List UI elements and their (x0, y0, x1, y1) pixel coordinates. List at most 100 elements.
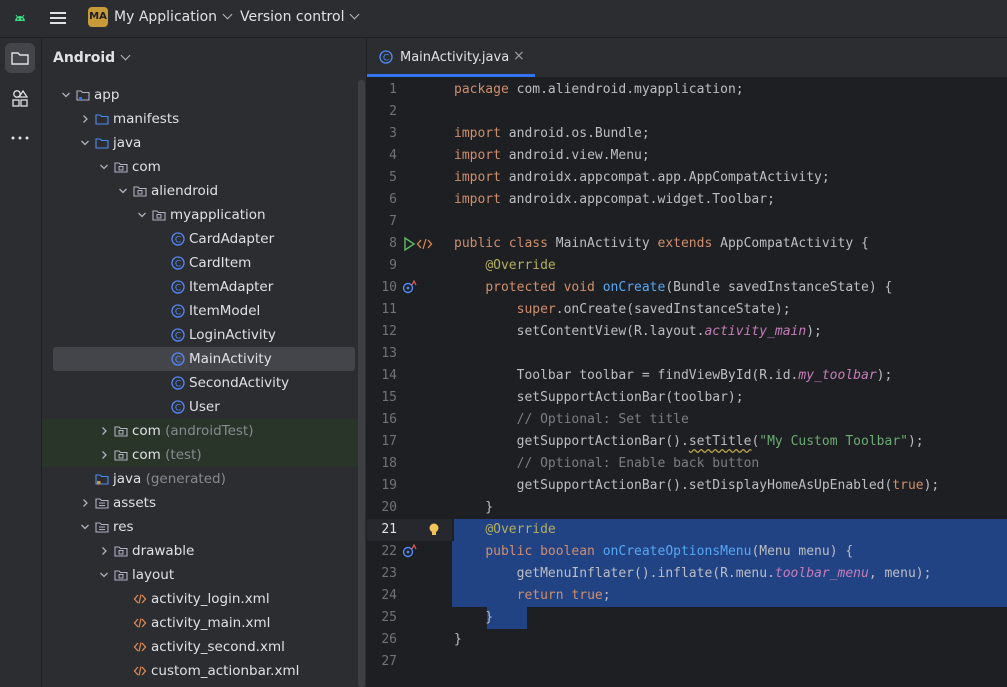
android-logo-icon[interactable] (11, 9, 29, 27)
code-line[interactable]: 8 public class MainActivity extends AppCo… (367, 233, 1007, 255)
tree-item[interactable]: C MainActivity (53, 347, 355, 371)
code-token: onCreateOptionsMenu (602, 544, 752, 559)
project-tool-button[interactable] (5, 43, 35, 73)
chevron-down-icon[interactable] (118, 179, 128, 203)
chevron-down-icon[interactable] (137, 203, 147, 227)
code-line[interactable]: 26} (367, 629, 1007, 651)
java-class-icon: C (379, 50, 393, 64)
tree-item[interactable]: com (test) (42, 443, 366, 467)
tree-item[interactable]: assets (42, 491, 358, 515)
resource-manager-button[interactable] (5, 83, 35, 113)
tree-item[interactable]: custom_actionbar.xml (42, 659, 358, 683)
code-line[interactable]: 5 import androidx.appcompat.app.AppCompat… (367, 167, 1007, 189)
code-token: super (516, 302, 556, 317)
code-line[interactable]: 21 @Override (367, 519, 1007, 541)
close-tab-icon[interactable]: × (513, 48, 525, 64)
tree-item[interactable]: C ItemAdapter (42, 275, 358, 299)
tool-window-strip (0, 38, 42, 687)
tree-item[interactable]: C CardAdapter (42, 227, 358, 251)
code-line[interactable]: 4 import android.view.Menu; (367, 145, 1007, 167)
more-tools-button[interactable] (5, 123, 35, 153)
tree-item[interactable]: com (42, 155, 358, 179)
code-line[interactable]: 2 (367, 101, 1007, 123)
tree-item[interactable]: activity_second.xml (42, 635, 358, 659)
code-line[interactable]: 16 // Optional: Set title (367, 409, 1007, 431)
chevron-down-icon[interactable] (61, 83, 71, 107)
code-line[interactable]: 27 (367, 651, 1007, 673)
tree-item[interactable]: res (42, 515, 358, 539)
chevron-right-icon[interactable] (99, 443, 109, 467)
project-selector[interactable]: My Application (114, 9, 233, 25)
tree-item[interactable]: C User (42, 395, 358, 419)
code-token: MainActivity (555, 236, 658, 251)
code-token: setSupportActionBar(toolbar); (454, 390, 744, 405)
override-gutter-icon[interactable] (401, 277, 435, 299)
code-line[interactable]: 11 super.onCreate(savedInstanceState); (367, 299, 1007, 321)
chevron-right-icon[interactable] (80, 491, 90, 515)
line-number: 18 (381, 456, 397, 471)
project-badge[interactable]: MA (88, 7, 108, 27)
code-line[interactable]: 25 } (367, 607, 1007, 629)
code-line[interactable]: 19 getSupportActionBar().setDisplayHomeA… (367, 475, 1007, 497)
code-line[interactable]: 15 setSupportActionBar(toolbar); (367, 387, 1007, 409)
tree-item[interactable]: myapplication (42, 203, 358, 227)
code-line[interactable]: 1 package com.aliendroid.myapplication; (367, 79, 1007, 101)
tree-item[interactable]: activity_login.xml (42, 587, 358, 611)
tree-item-hint: (androidTest) (160, 423, 254, 439)
code-line[interactable]: 24 return true; (367, 585, 1007, 607)
tree-item[interactable]: C LoginActivity (42, 323, 358, 347)
version-control-menu[interactable]: Version control (240, 9, 360, 25)
project-view-selector[interactable]: Android (53, 50, 131, 66)
run-gutter-icon[interactable] (401, 233, 435, 255)
tree-item-name: custom_actionbar.xml (151, 663, 300, 679)
code-token: true (892, 478, 924, 493)
code-line[interactable]: 17 getSupportActionBar().setTitle("My Cu… (367, 431, 1007, 453)
code-line[interactable]: 13 (367, 343, 1007, 365)
code-line[interactable]: 6 import androidx.appcompat.widget.Toolba… (367, 189, 1007, 211)
code-line[interactable]: 23 getMenuInflater().inflate(R.menu.tool… (367, 563, 1007, 585)
tree-item-label: User (189, 395, 220, 419)
chevron-right-icon[interactable] (99, 539, 109, 563)
chevron-down-icon[interactable] (99, 155, 109, 179)
tree-item[interactable]: java (42, 131, 358, 155)
lightbulb-icon[interactable] (423, 519, 457, 541)
code-editor[interactable]: 1 package com.aliendroid.myapplication; 2 3… (367, 78, 1007, 687)
tree-item[interactable]: app (42, 83, 358, 107)
code-text: getSupportActionBar().setDisplayHomeAsUp… (454, 475, 940, 497)
tree-item-name: com (132, 423, 161, 439)
tree-item[interactable]: aliendroid (42, 179, 358, 203)
code-token: "My Custom Toolbar" (759, 434, 908, 449)
tree-item[interactable]: C ItemModel (42, 299, 358, 323)
tree-item[interactable]: C SecondActivity (42, 371, 358, 395)
code-line[interactable]: 20 } (367, 497, 1007, 519)
chevron-right-icon[interactable] (80, 107, 90, 131)
code-line[interactable]: 3 import android.os.Bundle; (367, 123, 1007, 145)
code-line[interactable]: 9 @Override (367, 255, 1007, 277)
tree-item-name: SecondActivity (189, 375, 290, 391)
tree-item[interactable]: layout (42, 563, 358, 587)
tab-main-activity[interactable]: C MainActivity.java × (367, 38, 535, 77)
tree-item[interactable]: com (androidTest) (42, 419, 366, 443)
chevron-down-icon[interactable] (99, 563, 109, 587)
override-gutter-icon[interactable] (401, 541, 435, 563)
tree-item[interactable]: C CardItem (42, 251, 358, 275)
chevron-down-icon[interactable] (80, 131, 90, 155)
chevron-right-icon[interactable] (99, 419, 109, 443)
code-line[interactable]: 22 public boolean onCreateOptionsMenu(Me… (367, 541, 1007, 563)
package-icon (152, 210, 166, 221)
code-line[interactable]: 14 Toolbar toolbar = findViewById(R.id.m… (367, 365, 1007, 387)
tree-scrollbar[interactable] (358, 80, 365, 687)
code-line[interactable]: 10 protected void onCreate(Bundle savedI… (367, 277, 1007, 299)
chevron-down-icon[interactable] (80, 515, 90, 539)
main-menu-icon[interactable] (49, 9, 67, 27)
code-line[interactable]: 18 // Optional: Enable back button (367, 453, 1007, 475)
tree-item[interactable]: activity_main.xml (42, 611, 358, 635)
tree-item[interactable]: manifests (42, 107, 358, 131)
code-line[interactable]: 12 setContentView(R.layout.activity_main… (367, 321, 1007, 343)
code-line[interactable]: 7 (367, 211, 1007, 233)
code-token: .onCreate(savedInstanceState); (555, 302, 791, 317)
tree-item[interactable]: drawable (42, 539, 358, 563)
tree-item[interactable]: java (generated) (42, 467, 358, 491)
code-token: getSupportActionBar(). (454, 434, 689, 449)
java-class-icon: C (171, 328, 185, 342)
